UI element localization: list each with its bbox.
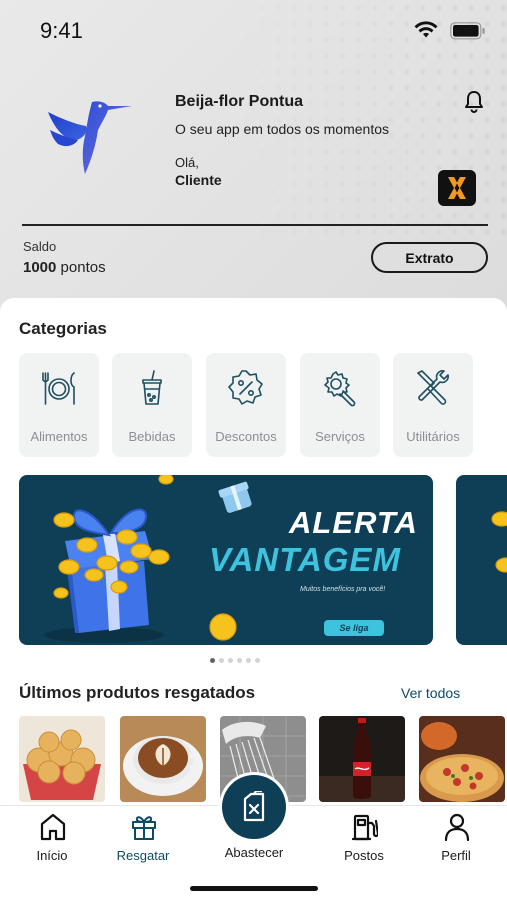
product-thumb-cappuccino[interactable]	[120, 716, 206, 802]
balance-amount: 1000	[23, 259, 57, 276]
product-thumb-cola[interactable]	[319, 716, 405, 802]
category-card-alimentos[interactable]: Alimentos	[19, 353, 99, 457]
utensils-plate-icon	[42, 372, 75, 405]
category-label: Utilitários	[406, 429, 460, 444]
cappuccino-image	[120, 716, 206, 802]
user-icon	[444, 813, 470, 842]
battery-icon	[450, 22, 486, 45]
banner-cta-button[interactable]: Se liga	[324, 620, 384, 636]
promo-banner[interactable]: ALERTA VANTAGEM Muitos benefícios pra vo…	[19, 475, 433, 645]
category-label: Serviços	[315, 429, 365, 444]
abastecer-fab-button[interactable]	[222, 775, 286, 839]
nav-label: Resgatar	[116, 848, 170, 863]
product-thumb-pizza[interactable]	[419, 716, 505, 802]
banner-headline-line2: VANTAGEM	[209, 541, 401, 578]
cheese-bread-image	[19, 716, 105, 802]
cola-bottle-image	[319, 716, 405, 802]
percent-badge-icon	[228, 370, 263, 405]
tools-icon	[417, 370, 449, 405]
balance-label: Saldo	[23, 239, 57, 254]
header-divider	[22, 224, 488, 226]
home-indicator	[190, 886, 318, 891]
banner-headline-line1: ALERTA	[289, 505, 418, 540]
category-label: Bebidas	[128, 429, 176, 444]
recent-products-title: Últimos produtos resgatados	[19, 683, 256, 702]
notification-bell-icon[interactable]	[463, 89, 485, 118]
partner-x-badge[interactable]	[438, 170, 476, 206]
nav-item-resgatar[interactable]: Resgatar	[98, 806, 188, 876]
category-label: Descontos	[215, 429, 277, 444]
pager-dot[interactable]	[246, 658, 251, 663]
pager-dot[interactable]	[237, 658, 242, 663]
status-bar: 9:41	[0, 0, 507, 64]
wifi-icon	[414, 21, 438, 44]
brand-title: Beija-flor Pontua	[175, 93, 304, 110]
gas-pump-icon	[352, 814, 378, 841]
pager-dot[interactable]	[219, 658, 224, 663]
abastecer-label: Abastecer	[224, 845, 284, 860]
nav-label: Início	[36, 848, 68, 863]
fuel-can-icon	[243, 791, 265, 822]
nav-item-inicio[interactable]: Início	[7, 806, 97, 876]
see-all-link[interactable]: Ver todos	[401, 685, 460, 701]
category-card-descontos[interactable]: Descontos	[206, 353, 286, 457]
categories-title: Categorias	[19, 319, 107, 338]
pager-dot[interactable]	[228, 658, 233, 663]
category-card-bebidas[interactable]: Bebidas	[112, 353, 192, 457]
category-label: Alimentos	[30, 429, 88, 444]
balance-value: 1000 pontos	[23, 259, 106, 276]
nav-label: Postos	[344, 848, 384, 863]
nav-label: Perfil	[441, 848, 471, 863]
balance-unit: pontos	[60, 259, 106, 276]
nav-item-postos[interactable]: Postos	[319, 806, 409, 876]
category-card-servicos[interactable]: Serviços	[300, 353, 380, 457]
drink-cup-icon	[142, 370, 162, 405]
gear-wrench-icon	[324, 371, 356, 407]
status-time: 9:41	[40, 18, 83, 43]
home-icon	[40, 813, 66, 841]
banner-pager	[210, 658, 260, 663]
partner-x-logo-icon	[448, 177, 466, 199]
pager-dot[interactable]	[210, 658, 215, 663]
nav-item-perfil[interactable]: Perfil	[411, 806, 501, 876]
category-card-utilitarios[interactable]: Utilitários	[393, 353, 473, 457]
coin-decoration-icon	[491, 511, 507, 573]
statement-button[interactable]: Extrato	[371, 242, 488, 273]
brand-subtitle: O seu app em todos os momentos	[175, 121, 389, 137]
next-banner-peek[interactable]	[456, 475, 507, 645]
user-name: Cliente	[175, 172, 222, 188]
banner-tagline: Muitos benefícios pra você!	[300, 586, 386, 593]
gift-icon	[132, 816, 156, 840]
greeting-text: Olá,	[175, 155, 199, 170]
pizza-image	[419, 716, 505, 802]
pager-dot[interactable]	[255, 658, 260, 663]
hummingbird-logo-icon	[44, 96, 136, 181]
product-thumb-cheese-bread[interactable]	[19, 716, 105, 802]
